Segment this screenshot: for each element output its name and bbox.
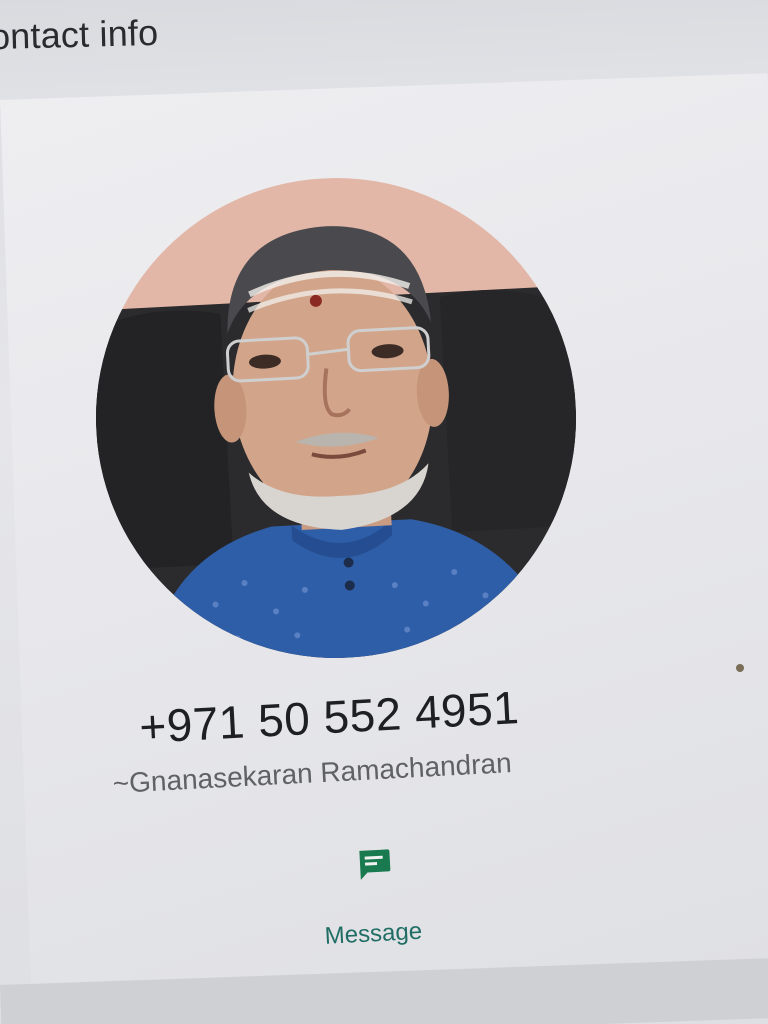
screen-dust-speck (736, 664, 744, 672)
message-icon (359, 849, 391, 880)
message-button-label: Message (324, 917, 423, 950)
page-title: ontact info (0, 11, 159, 58)
contact-info-screen: ontact info +971 50 552 4951 ~Gnanasekar… (0, 0, 768, 1024)
message-button[interactable]: Message (300, 838, 466, 966)
